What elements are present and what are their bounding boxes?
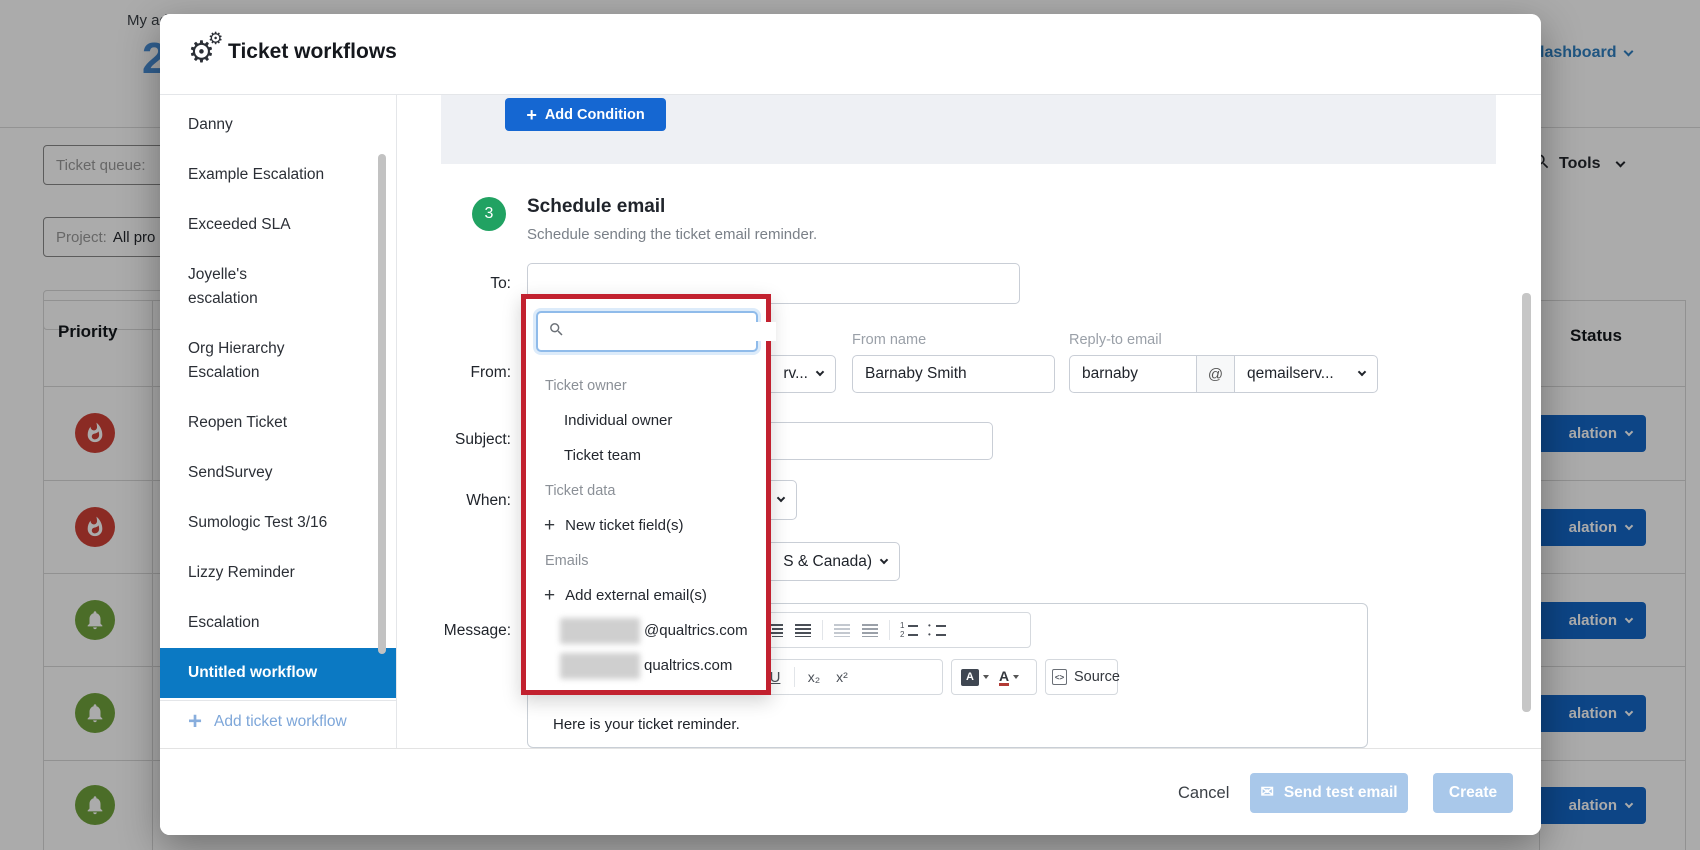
text-color-icon: A [999,669,1009,686]
sidebar-bottom-divider [160,700,396,701]
sidebar-item[interactable]: Lizzy Reminder [160,548,396,598]
from-email-value: rv... [783,365,808,383]
chevron-down-icon [816,368,824,376]
screen: My ad 2 lashboard Ticket queue: Project:… [0,0,1700,850]
envelope-icon: ✉ [1260,785,1273,801]
sidebar-divider [396,95,397,748]
step-title: Schedule email [527,196,665,218]
toolbar-separator [822,620,823,640]
when-label: When: [391,492,511,510]
dropdown-search-input[interactable] [573,322,776,341]
popup-item[interactable]: + Add external email(s) [526,578,766,613]
workflows-gear-icon: ⚙⚙ [188,32,232,76]
send-test-email-label: Send test email [1284,784,1398,802]
plus-icon: + [188,712,202,732]
popup-item-label: Individual owner [564,412,672,429]
plus-icon: + [544,588,555,604]
redacted-text-block [560,618,640,644]
popup-item[interactable]: Individual owner [526,403,766,438]
popup-item-label: New ticket field(s) [565,517,683,534]
to-label: To: [391,275,511,293]
align-justify-icon[interactable] [794,624,812,637]
redacted-text-block [560,653,640,679]
add-condition-label: Add Condition [545,107,645,123]
message-body-text[interactable]: Here is your ticket reminder. [553,716,740,733]
popup-item-label: qualtrics.com [644,657,732,674]
reply-domain-value: qemailserv... [1247,365,1334,383]
modal-title: Ticket workflows [228,40,397,64]
subject-label: Subject: [391,431,511,449]
sidebar-item[interactable]: Reopen Ticket [160,398,396,448]
dropdown-search-box[interactable] [536,311,758,352]
popup-item[interactable]: @qualtrics.com [526,613,766,648]
sidebar-item[interactable]: Escalation [160,598,396,648]
background-color-button[interactable]: A [961,669,989,686]
indent-increase-icon[interactable] [861,624,879,637]
sidebar-scrollbar[interactable] [378,154,386,654]
send-test-email-button[interactable]: ✉ Send test email [1250,773,1408,813]
sidebar-item[interactable]: Exceeded SLA [160,200,396,250]
content-scrollbar[interactable] [1522,293,1531,712]
plus-icon: + [544,518,555,534]
step-subtitle: Schedule sending the ticket email remind… [527,226,817,243]
reply-to-label: Reply-to email [1069,332,1162,348]
sidebar-item[interactable]: Org Hierarchy Escalation [160,324,396,398]
step-number-badge: 3 [472,197,506,231]
from-label: From: [391,364,511,382]
plus-icon: + [526,107,537,123]
reply-domain-select[interactable]: qemailserv... [1234,355,1378,393]
sidebar-item[interactable]: Untitled workflow [160,648,396,698]
ticket-workflows-modal: ⚙⚙ Ticket workflows DannyExample Escalat… [160,14,1541,835]
from-name-input[interactable] [852,355,1055,393]
create-button[interactable]: Create [1433,773,1513,813]
source-button[interactable]: <> Source [1052,669,1120,685]
sidebar-item[interactable]: SendSurvey [160,448,396,498]
reply-to-local-input[interactable] [1069,355,1197,393]
editor-source-group: <> Source [1045,659,1118,695]
popup-item-label: Add external email(s) [565,587,707,604]
modal-header: ⚙⚙ Ticket workflows [160,14,1541,95]
indent-decrease-icon[interactable] [833,624,851,637]
toolbar-separator [889,620,890,640]
popup-item[interactable]: + New ticket field(s) [526,508,766,543]
subscript-button[interactable]: x₂ [805,669,823,685]
add-ticket-workflow-button[interactable]: + Add ticket workflow [188,712,347,732]
chevron-down-icon [880,555,888,563]
popup-group-label: Ticket owner [526,368,766,403]
from-name-label: From name [852,332,926,348]
toolbar-separator [794,667,795,687]
sidebar-item[interactable]: Danny [160,100,396,150]
superscript-button[interactable]: x² [833,669,851,685]
popup-item[interactable]: qualtrics.com [526,648,766,683]
popup-group-label: Emails [526,543,766,578]
sidebar-item[interactable]: Sumologic Test 3/16 [160,498,396,548]
search-icon [548,321,565,343]
source-code-icon: <> [1052,669,1067,685]
add-ticket-workflow-label: Add ticket workflow [214,713,347,731]
dropdown-arrow-icon [1013,675,1019,679]
sidebar-item[interactable]: Joyelle's escalation [160,250,396,324]
numbered-list-icon[interactable]: 12 [900,623,918,638]
popup-item-label: Ticket team [564,447,641,464]
chevron-down-icon [777,494,785,502]
add-condition-button[interactable]: + Add Condition [505,98,666,131]
sidebar-item[interactable]: Example Escalation [160,150,396,200]
source-label: Source [1074,669,1120,685]
editor-color-group: A A [951,659,1037,695]
popup-group-label: Ticket data [526,473,766,508]
timezone-value: S & Canada) [783,553,872,571]
message-label: Message: [391,622,511,640]
popup-item[interactable]: Ticket team [526,438,766,473]
at-symbol: @ [1196,355,1235,393]
popup-item-label: @qualtrics.com [644,622,748,639]
background-color-icon: A [961,669,979,686]
to-recipient-dropdown: Ticket owner Individual owner Ticket team T… [521,294,771,695]
text-color-button[interactable]: A [999,669,1019,686]
bullet-list-icon[interactable]: •• [928,623,946,638]
chevron-down-icon [1358,368,1366,376]
cancel-button[interactable]: Cancel [1178,784,1229,803]
dropdown-arrow-icon [983,675,989,679]
